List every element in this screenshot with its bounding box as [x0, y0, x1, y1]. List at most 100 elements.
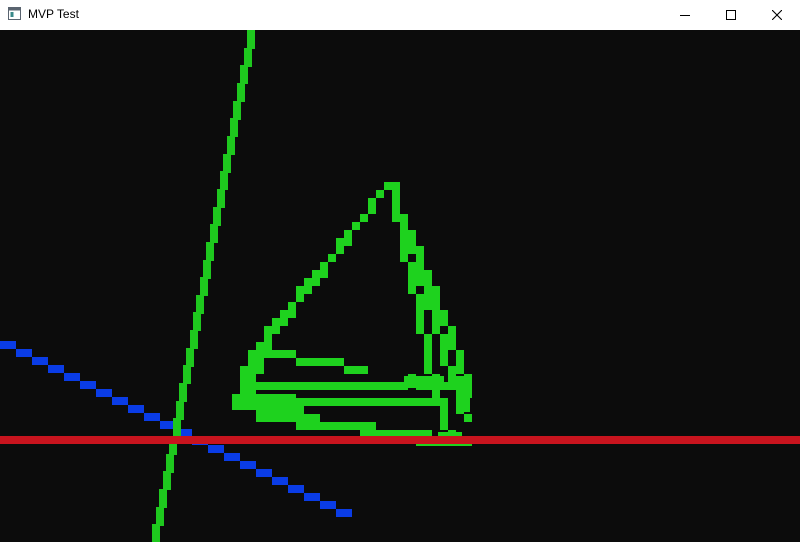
y-axis-segment — [244, 48, 252, 67]
z-axis-segment — [128, 405, 144, 413]
model-edge — [464, 414, 472, 422]
model-edge — [272, 414, 280, 422]
title-bar[interactable]: MVP Test — [0, 0, 800, 30]
y-axis-segment — [223, 154, 231, 173]
model-edge — [416, 310, 424, 318]
model-edge — [280, 318, 288, 326]
z-axis-segment — [272, 477, 288, 485]
model-edge — [336, 422, 344, 430]
model-edge — [312, 398, 320, 406]
model-edge — [336, 358, 344, 366]
model-edge — [416, 270, 424, 278]
model-edge — [296, 358, 304, 366]
model-edge — [264, 414, 272, 422]
model-edge — [320, 358, 328, 366]
model-edge — [336, 246, 344, 254]
model-edge — [264, 326, 272, 334]
z-axis-segment — [48, 365, 64, 373]
model-edge — [248, 374, 256, 382]
model-edge — [320, 382, 328, 390]
model-edge — [392, 190, 400, 198]
model-edge — [296, 382, 304, 390]
maximize-button[interactable] — [708, 0, 754, 30]
model-edge — [320, 422, 328, 430]
y-axis-segment — [217, 189, 225, 208]
model-edge — [440, 358, 448, 366]
model-edge — [288, 350, 296, 358]
model-edge — [320, 262, 328, 270]
y-axis-segment — [183, 365, 191, 384]
model-edge — [408, 230, 416, 238]
model-edge — [320, 398, 328, 406]
close-button[interactable] — [754, 0, 800, 30]
scene-canvas — [0, 30, 800, 542]
model-edge — [416, 326, 424, 334]
model-edge — [288, 414, 296, 422]
model-edge — [440, 398, 448, 406]
model-edge — [404, 376, 444, 388]
render-viewport[interactable] — [0, 30, 800, 542]
model-edge — [328, 398, 336, 406]
model-edge — [328, 358, 336, 366]
y-axis-segment — [163, 471, 171, 490]
model-edge — [304, 358, 312, 366]
model-edge — [272, 326, 280, 334]
minimize-button[interactable] — [662, 0, 708, 30]
model-edge — [304, 278, 312, 286]
model-edge — [456, 376, 470, 412]
z-axis-segment — [320, 501, 336, 509]
model-edge — [456, 350, 464, 358]
model-edge — [256, 406, 304, 414]
model-edge — [456, 358, 464, 366]
model-edge — [296, 422, 304, 430]
model-edge — [368, 382, 376, 390]
model-edge — [440, 318, 448, 326]
model-edge — [416, 254, 424, 262]
y-axis-segment — [200, 277, 208, 296]
model-edge — [272, 382, 280, 390]
model-edge — [344, 230, 352, 238]
model-edge — [312, 358, 320, 366]
model-edge — [424, 334, 432, 342]
model-edge — [376, 190, 384, 198]
model-edge — [304, 382, 312, 390]
model-edge — [392, 182, 400, 190]
y-axis-segment — [210, 224, 218, 243]
model-edge — [424, 286, 432, 294]
model-edge — [360, 366, 368, 374]
z-axis-segment — [288, 485, 304, 493]
wireframe-model — [232, 182, 472, 446]
y-axis-segment — [173, 418, 181, 437]
y-axis-segment — [186, 348, 194, 367]
model-edge — [416, 398, 424, 406]
model-edge — [408, 246, 416, 254]
z-axis-segment — [96, 389, 112, 397]
model-edge — [440, 406, 448, 414]
model-edge — [416, 294, 424, 302]
model-edge — [392, 398, 400, 406]
model-edge — [400, 214, 408, 222]
model-edge — [416, 262, 424, 270]
y-axis-segment — [166, 454, 174, 473]
model-edge — [432, 326, 440, 334]
model-edge — [360, 398, 368, 406]
z-axis-segment — [208, 445, 224, 453]
model-edge — [432, 294, 440, 302]
model-edge — [312, 422, 320, 430]
model-edge — [256, 366, 264, 374]
y-axis-segment — [176, 401, 184, 420]
model-edge — [352, 222, 360, 230]
y-axis-segment — [227, 136, 235, 155]
model-edge — [424, 270, 432, 278]
y-axis-segment — [220, 171, 228, 190]
z-axis-segment — [64, 373, 80, 381]
model-edge — [440, 414, 448, 422]
y-axis-segment — [237, 83, 245, 102]
y-axis-segment — [206, 242, 214, 261]
model-edge — [448, 382, 456, 390]
model-edge — [264, 382, 272, 390]
y-axis-segment — [213, 207, 221, 226]
close-icon — [772, 10, 782, 20]
model-edge — [312, 414, 320, 422]
model-edge — [408, 262, 416, 270]
